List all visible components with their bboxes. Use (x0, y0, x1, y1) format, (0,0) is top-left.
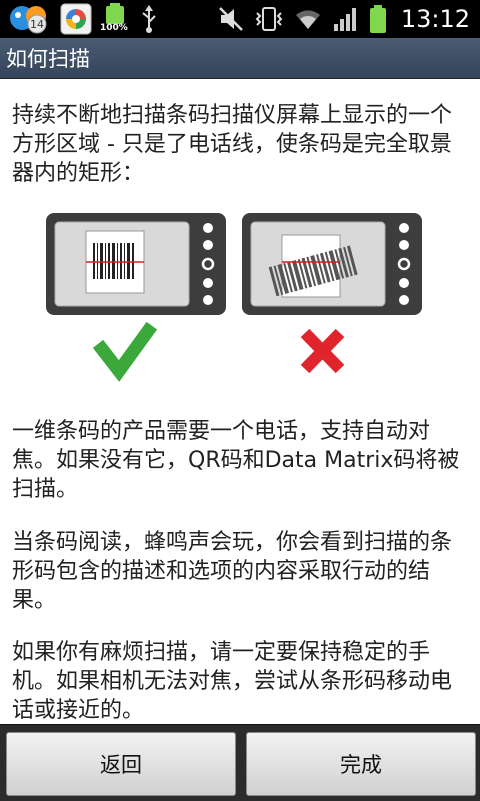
battery-full-notification-icon: 100% (100, 3, 132, 35)
phone-correct-illustration (46, 213, 226, 315)
back-button[interactable]: 返回 (6, 732, 236, 796)
muted-icon (218, 7, 243, 31)
check-icon (92, 321, 158, 382)
chat-app-icon: 14 (10, 6, 47, 34)
instruction-paragraph-4: 如果你有麻烦扫描，请一定要保持稳定的手机。如果相机无法对焦，尝试从条形码移动电话… (12, 640, 453, 723)
status-bar: 14 100% 13:12 (0, 0, 480, 38)
button-bar: 返回 完成 (0, 724, 480, 801)
battery-percent-label: 100% (100, 23, 128, 33)
instruction-paragraph-3: 当条码阅读，蜂鸣声会玩，你会看到扫描的条形码包含的描述和选项的内容采取行动的结果… (12, 530, 453, 613)
scan-illustration (46, 213, 422, 382)
system-status-area: 13:12 (217, 4, 470, 34)
signal-icon (333, 8, 356, 31)
wifi-icon (295, 10, 320, 29)
store-app-icon (60, 3, 92, 35)
page-title: 如何扫描 (6, 47, 90, 71)
notification-badge: 14 (30, 18, 44, 31)
title-bar: 如何扫描 (0, 38, 480, 79)
help-content[interactable]: 持续不断地扫描条码扫描仪屏幕上显示的一个方形区域 - 只是了电话线，使条码是完全… (0, 79, 480, 724)
instruction-paragraph-2: 一维条码的产品需要一个电话，支持自动对焦。如果没有它，QR码和Data Matr… (12, 419, 460, 502)
notification-area: 14 100% (6, 3, 158, 35)
instruction-paragraph-1: 持续不断地扫描条码扫描仪屏幕上显示的一个方形区域 - 只是了电话线，使条码是完全… (12, 103, 453, 186)
battery-icon (369, 5, 386, 33)
phone-wrong-illustration (242, 213, 422, 315)
done-button[interactable]: 完成 (246, 732, 476, 796)
cross-icon (300, 328, 345, 374)
usb-icon (142, 5, 156, 33)
vibrate-icon (255, 7, 283, 31)
clock: 13:12 (400, 5, 470, 33)
